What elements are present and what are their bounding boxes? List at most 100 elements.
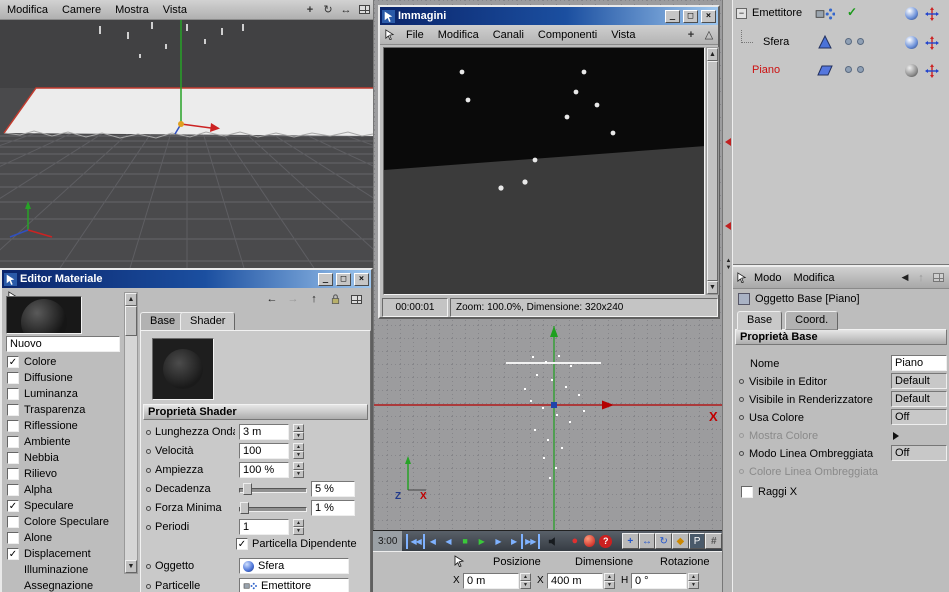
channel-checkbox[interactable]: ✓ (7, 356, 19, 368)
up-icon[interactable]: ↑ (305, 291, 323, 307)
coords-header-dimensione[interactable]: Dimensione (575, 556, 633, 568)
min-force-slider[interactable] (239, 501, 307, 515)
object-row-sfera[interactable]: Sfera (733, 30, 949, 58)
channel-row-alone[interactable]: Alone (4, 530, 122, 546)
material-name-input[interactable]: Nuovo (6, 336, 120, 352)
record-button[interactable]: ● (567, 534, 582, 549)
use-color-dropdown[interactable]: Off (891, 409, 947, 425)
channel-checkbox[interactable]: ✓ (7, 500, 19, 512)
channel-row-ambiente[interactable]: Ambiente (4, 434, 122, 450)
emitter-object-icon[interactable] (815, 5, 836, 26)
pane-scroll-left-icon[interactable] (725, 138, 731, 146)
perspective-viewport-canvas[interactable] (0, 20, 373, 268)
wavelength-input[interactable]: 3 m (239, 424, 289, 440)
back-icon[interactable]: ← (263, 291, 281, 307)
decay-input[interactable]: 5 % (311, 481, 355, 497)
position-x-spinner[interactable]: ▲ ▼ (520, 573, 531, 589)
plane-object-icon[interactable] (817, 63, 833, 80)
prev-key-button[interactable]: ◀ (422, 533, 440, 549)
anim-dot[interactable] (146, 429, 151, 435)
anim-dot[interactable] (146, 486, 151, 492)
render-visibility-dot[interactable] (857, 38, 864, 45)
anim-dot[interactable] (146, 467, 151, 473)
scroll-down-icon[interactable]: ▼ (707, 281, 718, 294)
menu-modifica[interactable]: Modifica (431, 26, 486, 44)
channel-row-diffusione[interactable]: Diffusione (4, 370, 122, 386)
material-tag-icon[interactable] (905, 36, 918, 52)
anim-dot[interactable] (146, 583, 151, 589)
channel-row-luminanza[interactable]: Luminanza (4, 386, 122, 402)
menu-mostra[interactable]: Mostra (108, 1, 156, 19)
pane-splitter-icon[interactable]: ▲ ▼ (724, 258, 733, 272)
channel-row-speculare[interactable]: ✓ Speculare (4, 498, 122, 514)
record-scale-toggle[interactable]: ↔ (638, 533, 656, 549)
channel-checkbox[interactable] (7, 404, 19, 416)
scroll-thumb[interactable] (707, 61, 718, 281)
min-force-input[interactable]: 1 % (311, 500, 355, 516)
record-position-toggle[interactable]: + (621, 533, 639, 549)
object-label[interactable]: Emettitore (752, 7, 802, 19)
material-preview[interactable] (6, 296, 82, 334)
object-row-piano[interactable]: Piano (733, 58, 949, 86)
anim-dot[interactable] (739, 397, 744, 402)
rotation-h-spinner[interactable]: ▲ ▼ (688, 573, 699, 589)
slider-thumb[interactable] (243, 483, 252, 495)
scroll-up-icon[interactable]: ▲ (125, 293, 137, 306)
coords-manager-icon[interactable] (453, 555, 465, 570)
name-input[interactable]: Piano (891, 355, 947, 371)
scroll-down-icon[interactable]: ▼ (125, 560, 137, 573)
channel-row-displacement[interactable]: ✓ Displacement (4, 546, 122, 562)
maximize-button[interactable]: □ (683, 9, 698, 23)
menu-canali[interactable]: Canali (486, 26, 531, 44)
visible-editor-dropdown[interactable]: Default (891, 373, 947, 389)
next-key-button[interactable]: ▶ (506, 533, 523, 549)
periods-spinner[interactable]: ▲ ▼ (293, 519, 304, 535)
plane-object[interactable] (4, 88, 373, 136)
close-button[interactable]: × (701, 9, 716, 23)
anim-dot[interactable] (146, 448, 151, 454)
slider-thumb[interactable] (240, 502, 249, 514)
scroll-thumb[interactable] (125, 306, 137, 336)
channel-checkbox[interactable] (7, 516, 19, 528)
record-rotation-toggle[interactable]: ↻ (655, 533, 673, 549)
channel-row-assegnazione[interactable]: Assegnazione (4, 578, 122, 592)
shader-preview[interactable] (152, 338, 214, 400)
tab-base[interactable]: Base (737, 311, 783, 330)
channel-checkbox[interactable] (7, 372, 19, 384)
periods-input[interactable]: 1 (239, 519, 289, 535)
rendered-image[interactable] (383, 47, 705, 295)
object-origin-handle[interactable] (551, 402, 557, 408)
editor-visibility-dot[interactable] (845, 38, 852, 45)
image-vscrollbar[interactable]: ▲ ▼ (706, 47, 719, 295)
sphere-object-icon[interactable] (817, 34, 833, 53)
goto-start-button[interactable]: ◀◀ (406, 533, 423, 549)
keyframe-selection-toggle[interactable]: # (705, 533, 723, 549)
decay-slider[interactable] (239, 482, 307, 496)
record-parameter-toggle[interactable]: ◆ (672, 533, 689, 549)
coords-header-rotazione[interactable]: Rotazione (660, 556, 710, 568)
channel-checkbox[interactable] (7, 436, 19, 448)
channel-checkbox[interactable]: ✓ (7, 548, 19, 560)
camera-pan-icon[interactable]: + (301, 2, 319, 18)
velocity-spinner[interactable]: ▲ ▼ (293, 443, 304, 459)
menu-modo[interactable]: Modo (749, 269, 787, 287)
attribute-nav-icon[interactable] (736, 272, 747, 283)
history-up-icon[interactable]: ↑ (914, 270, 928, 286)
visible-render-dropdown[interactable]: Default (891, 391, 947, 407)
camera-rotate-icon[interactable]: ↻ (319, 2, 337, 18)
rotation-h-input[interactable]: 0 ° (631, 573, 687, 589)
size-x-spinner[interactable]: ▲ ▼ (604, 573, 615, 589)
channel-row-alpha[interactable]: Alpha (4, 482, 122, 498)
submenu-arrow-icon[interactable] (893, 432, 899, 440)
channel-checkbox[interactable] (7, 532, 19, 544)
help-icon[interactable]: ? (599, 534, 613, 548)
channel-scrollbar[interactable]: ▲ ▼ (124, 292, 138, 574)
material-editor-titlebar[interactable]: Editor Materiale _ □ × (2, 270, 371, 288)
channel-row-rilievo[interactable]: Rilievo (4, 466, 122, 482)
amplitude-input[interactable]: 100 % (239, 462, 289, 478)
enabled-checkmark[interactable]: ✓ (847, 5, 857, 19)
close-button[interactable]: × (354, 272, 369, 286)
tab-coord[interactable]: Coord. (785, 311, 839, 330)
image-pan-icon[interactable]: + (682, 27, 700, 43)
play-button[interactable]: ▶ (473, 534, 490, 549)
